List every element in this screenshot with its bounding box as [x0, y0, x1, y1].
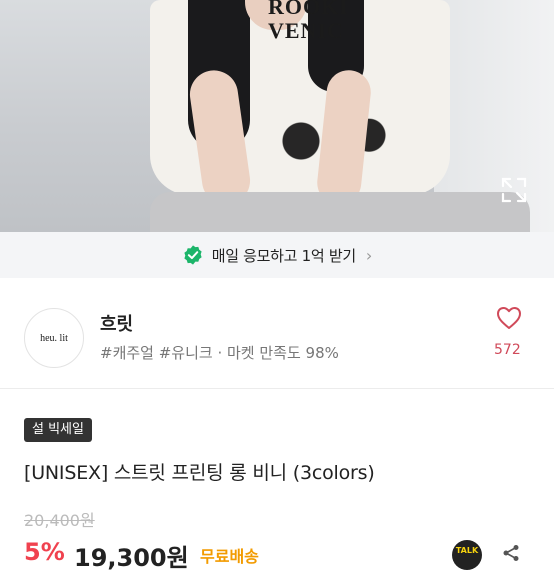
- shop-row[interactable]: heu. lit 흐릿 #캐주얼 #유니크 · 마켓 만족도 98% 572: [0, 290, 554, 376]
- sale-price: 19,300원: [74, 544, 189, 572]
- like-count: 572: [494, 342, 521, 358]
- free-shipping-label: 무료배송: [200, 547, 259, 566]
- shirt-print-line1: ROOKI: [268, 0, 349, 19]
- pants: [150, 192, 530, 232]
- discount-rate: 5%: [24, 538, 65, 566]
- check-badge-icon: [184, 245, 202, 265]
- shirt-print-line2: VENIC: [268, 18, 344, 43]
- divider: [0, 388, 554, 389]
- expand-icon[interactable]: [500, 176, 528, 204]
- shop-logo-text: heu. lit: [40, 332, 68, 344]
- product-image[interactable]: ROOKI VENIC: [0, 0, 554, 232]
- shop-logo[interactable]: heu. lit: [24, 308, 84, 368]
- promo-text: 매일 응모하고 1억 받기: [211, 246, 356, 265]
- shop-name[interactable]: 흐릿: [100, 310, 133, 336]
- sale-badge: 설 빅세일: [24, 418, 92, 442]
- share-icon[interactable]: [502, 544, 520, 562]
- product-title: [UNISEX] 스트릿 프린팅 롱 비니 (3colors): [24, 462, 375, 484]
- promo-banner[interactable]: 매일 응모하고 1억 받기 ›: [0, 232, 554, 278]
- original-price: 20,400원: [24, 511, 95, 530]
- shop-tags: #캐주얼 #유니크 · 마켓 만족도 98%: [100, 344, 339, 362]
- chevron-right-icon: ›: [365, 245, 373, 265]
- heart-icon[interactable]: [496, 306, 522, 330]
- talk-button[interactable]: TALK: [452, 540, 482, 570]
